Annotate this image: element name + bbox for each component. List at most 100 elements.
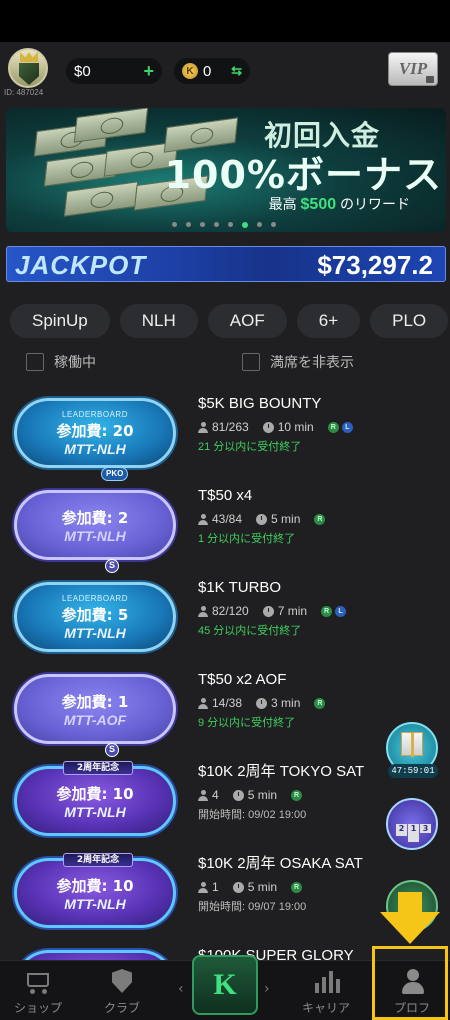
user-id: ID: 487024 [4, 88, 44, 97]
tournament-row[interactable]: LEADERBOARD 参加費: 20 MTT-NLH PKO $5K BIG BOUN… [0, 392, 450, 484]
registration-status: 1 分以内に受付終了 [198, 533, 296, 545]
coin-icon: K [182, 63, 198, 79]
running-label: 稼働中 [54, 355, 96, 371]
filter-plo[interactable]: PLO [370, 304, 449, 338]
filter-spinup[interactable]: SpinUp [10, 304, 110, 338]
tournament-badge[interactable]: 2周年記念 参加費: 10 MTT-NLH [14, 853, 176, 928]
profile-highlight-box [372, 946, 448, 1020]
tournament-info: $5K BIG BOUNTY 81/263 10 min R L 21 分以内に受付終了 [198, 392, 418, 456]
tournament-name: T$50 x2 AOF [198, 671, 287, 688]
tournament-badge[interactable]: LEADERBOARD 参加費: 20 MTT-NLH PKO [14, 398, 176, 481]
top-bar: ID: 487024 $0 + K 0 ⇆ VIP [0, 42, 450, 102]
tab-shop-label: ショップ [13, 1001, 62, 1015]
s-badge-icon: S [105, 559, 119, 573]
carousel-dot[interactable] [200, 222, 205, 227]
blind-time: 3 min [271, 696, 301, 710]
game-type: MTT-NLH [64, 624, 126, 641]
game-type: MTT-NLH [64, 896, 126, 912]
player-count: 43/84 [212, 512, 243, 526]
reentry-icon: R [291, 881, 303, 893]
blind-time: 5 min [247, 788, 278, 802]
registration-status: 21 分以内に受付終了 [198, 441, 302, 453]
tournament-name: $10K 2周年 OSAKA SAT [198, 855, 363, 872]
carousel-dot[interactable] [172, 222, 177, 227]
blind-time: 5 min [271, 512, 301, 526]
tab-career[interactable]: キャリア [288, 961, 364, 1020]
add-cash-icon[interactable]: + [143, 61, 154, 82]
carousel-dot[interactable] [271, 222, 276, 227]
checkbox-icon[interactable] [242, 353, 260, 371]
badge-top-label: LEADERBOARD [62, 593, 128, 603]
cash-balance[interactable]: $0 + [66, 58, 162, 84]
carousel-dot[interactable] [242, 222, 248, 228]
game-type-filters: SpinUp NLH AOF 6+ PLO [10, 304, 450, 338]
late-reg-icon: L [335, 605, 347, 617]
carousel-dots[interactable] [172, 222, 276, 228]
banner-subtitle: 最高 $500 のリワード [269, 194, 410, 214]
tournament-name: $5K BIG BOUNTY [198, 395, 322, 412]
gift-timer: 47:59:01 [388, 764, 438, 778]
banner-sub-suffix: のリワード [340, 196, 410, 212]
filter-6plus[interactable]: 6+ [296, 304, 361, 338]
tournament-meta: 14/38 3 min R [198, 692, 418, 714]
avatar[interactable] [8, 48, 48, 88]
jackpot-value: $73,297.2 [317, 250, 433, 280]
players-icon [198, 421, 208, 433]
tournament-name: $10K 2周年 TOKYO SAT [198, 763, 365, 780]
coin-balance[interactable]: K 0 ⇆ [174, 58, 250, 84]
reentry-icon: R [314, 513, 326, 525]
exchange-icon[interactable]: ⇆ [231, 63, 242, 79]
tab-club-label: クラブ [103, 1001, 140, 1015]
player-count: 1 [212, 880, 219, 894]
shield-icon [108, 969, 136, 995]
game-type: MTT-NLH [64, 528, 126, 544]
tournament-meta: 82/120 7 min R L [198, 600, 418, 622]
lock-icon [426, 76, 434, 83]
cart-icon [24, 969, 52, 995]
banknote-icon [73, 108, 149, 143]
carousel-dot[interactable] [228, 222, 233, 227]
list-options: 稼働中 満席を非表示 [0, 352, 450, 376]
filter-aof[interactable]: AOF [207, 304, 287, 338]
player-count: 81/263 [212, 420, 249, 434]
tab-club[interactable]: クラブ [84, 961, 160, 1020]
arrow-stem [398, 892, 422, 914]
tournament-badge[interactable]: 参加費: 2 MTT-NLH S [14, 490, 176, 573]
shield-emblem-icon [19, 63, 39, 85]
app-screen: ID: 487024 $0 + K 0 ⇆ VIP 初回入金 100%ボーナス … [0, 42, 450, 1020]
tournament-row[interactable]: 参加費: 2 MTT-NLH S T$50 x4 43/84 5 min R 1 分以内に受付… [0, 484, 450, 576]
players-icon [198, 881, 208, 893]
entry-fee: 参加費: 10 [56, 785, 134, 803]
filter-nlh[interactable]: NLH [119, 304, 198, 338]
tournament-row[interactable]: 2周年記念 参加費: 10 MTT-NLH $10K 2周年 TOKYO SAT 4 5 … [0, 760, 450, 852]
tournament-row[interactable]: 参加費: 1 MTT-AOF S T$50 x2 AOF 14/38 3 min R 9 分以… [0, 668, 450, 760]
coin-amount: 0 [203, 62, 212, 80]
hide-full-checkbox[interactable]: 満席を非表示 [242, 352, 354, 372]
chevron-right-icon[interactable]: › [264, 981, 270, 997]
tournament-row[interactable]: LEADERBOARD 参加費: 5 MTT-NLH $1K TURBO 82/120 7… [0, 576, 450, 668]
running-checkbox[interactable]: 稼働中 [26, 352, 96, 372]
tournament-badge[interactable]: LEADERBOARD 参加費: 5 MTT-NLH [14, 582, 176, 652]
tournament-badge[interactable]: 参加費: 1 MTT-AOF S [14, 674, 176, 757]
ranking-event-button[interactable]: 2 1 3 [386, 798, 438, 850]
entry-fee: 参加費: 20 [56, 421, 134, 440]
tournament-badge[interactable]: 2周年記念 参加費: 10 MTT-NLH [14, 761, 176, 836]
vip-button[interactable]: VIP [388, 52, 438, 86]
anniversary-ribbon: 2周年記念 [63, 853, 133, 867]
banner-sub-prefix: 最高 [268, 196, 297, 212]
chevron-left-icon[interactable]: ‹ [178, 981, 184, 997]
tournament-name: $1K TURBO [198, 579, 282, 596]
promo-banner[interactable]: 初回入金 100%ボーナス 最高 $500 のリワード [6, 108, 446, 232]
entry-fee: 参加費: 5 [61, 605, 129, 624]
carousel-dot[interactable] [214, 222, 219, 227]
carousel-dot[interactable] [186, 222, 191, 227]
lobby-logo-button[interactable]: K [192, 955, 258, 1015]
tournament-info: $10K 2周年 TOKYO SAT 4 5 min R 開始時間: 09/02 19:… [198, 760, 418, 824]
tab-shop[interactable]: ショップ [0, 961, 76, 1020]
jackpot-banner[interactable]: JACKPOT $73,297.2 [6, 246, 446, 282]
reentry-icon: R [291, 789, 303, 801]
checkbox-icon[interactable] [26, 353, 44, 371]
player-count: 4 [212, 788, 219, 802]
carousel-dot[interactable] [257, 222, 262, 227]
banknote-icon [63, 181, 139, 217]
